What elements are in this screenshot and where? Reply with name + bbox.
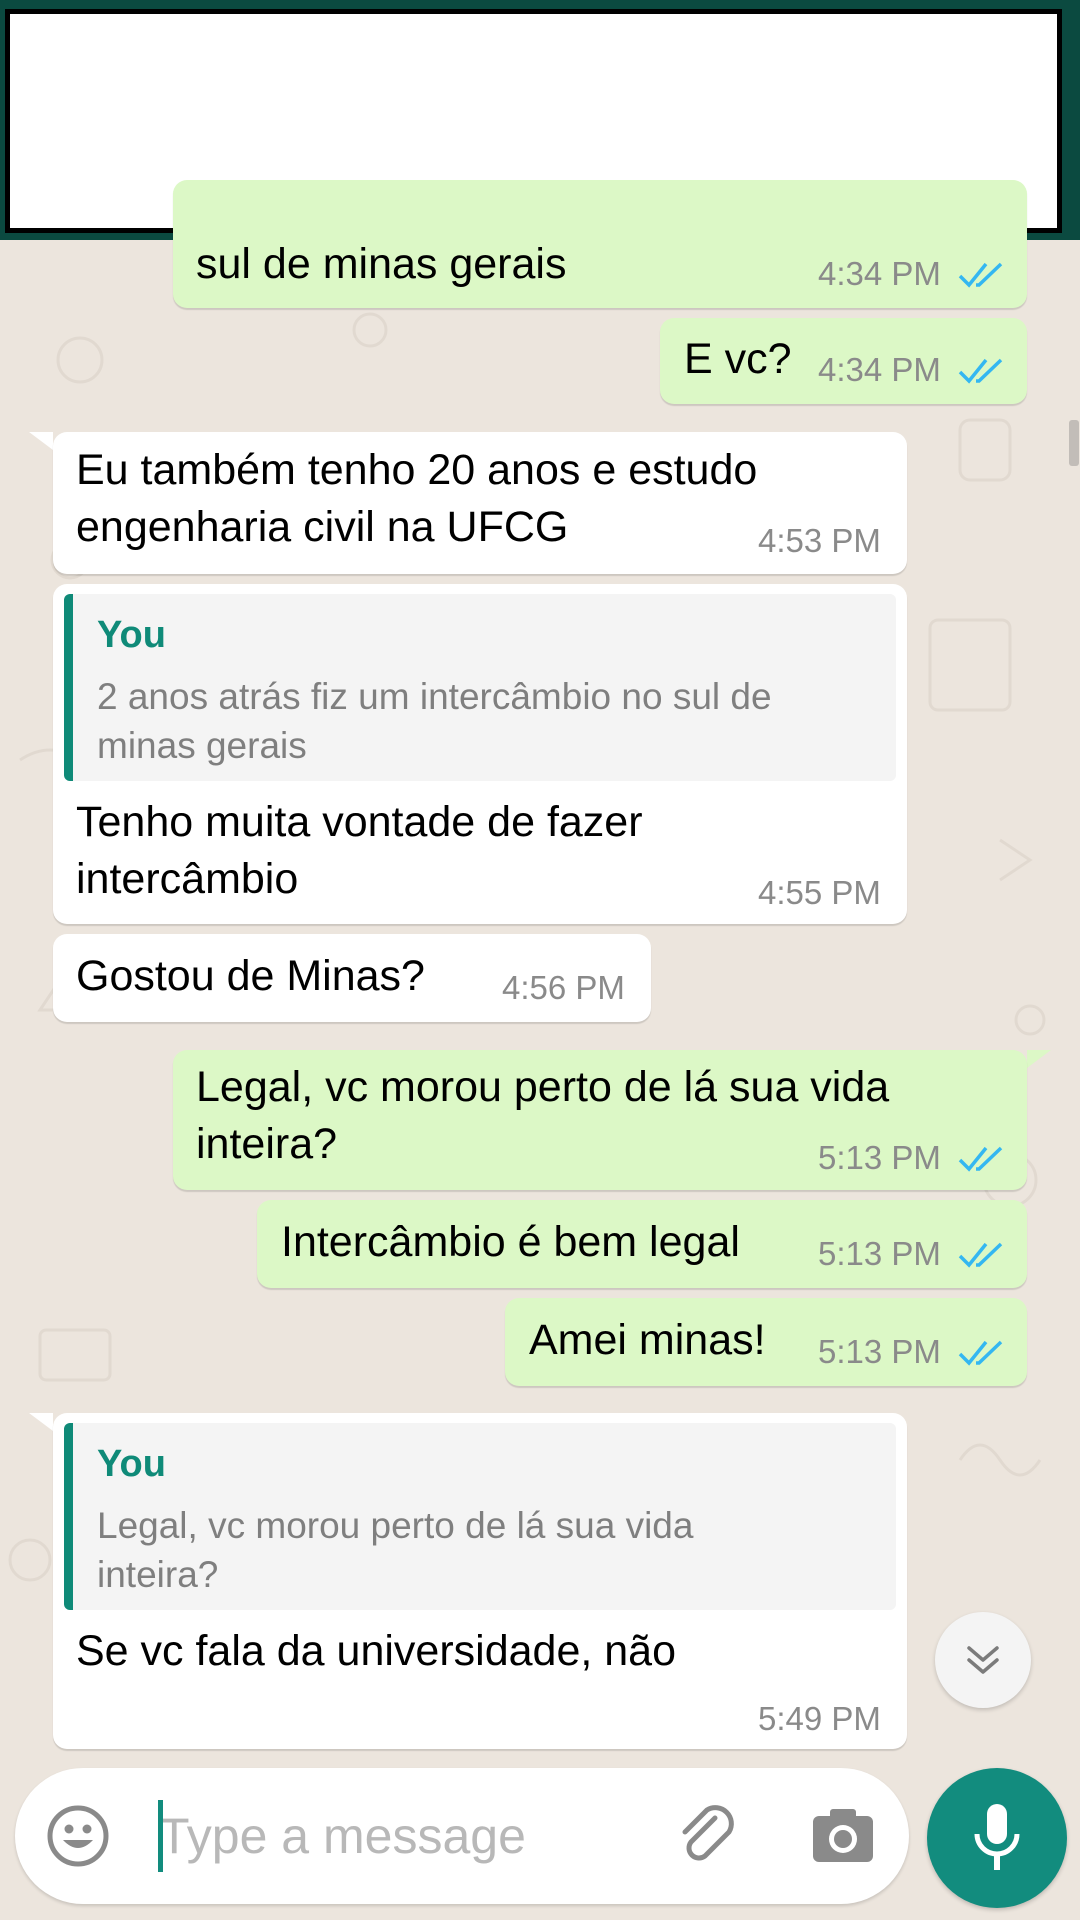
read-ticks-icon xyxy=(958,358,1003,384)
message-text: sul de minas gerais xyxy=(196,240,567,288)
quote-author: You xyxy=(97,1443,166,1485)
message-composer xyxy=(15,1768,909,1904)
bubble-tail xyxy=(1027,1050,1051,1068)
quoted-message[interactable]: You 2 anos atrás fiz um intercâmbio no s… xyxy=(64,594,896,781)
message-time: 5:13 PM xyxy=(818,1139,941,1176)
message-bubble-outgoing[interactable]: Intercâmbio é bem legal 5:13 PM xyxy=(257,1200,1027,1288)
message-text-line: Eu também tenho 20 anos e estudo xyxy=(76,446,758,494)
message-text: Gostou de Minas? xyxy=(76,952,425,1000)
message-bubble-outgoing[interactable]: Legal, vc morou perto de lá sua vida int… xyxy=(173,1050,1027,1190)
message-time: 4:56 PM xyxy=(502,969,625,1006)
message-bubble-incoming[interactable]: Gostou de Minas? 4:56 PM xyxy=(53,934,651,1022)
message-text-line: inteira? xyxy=(196,1120,338,1168)
message-bubble-incoming[interactable]: You Legal, vc morou perto de lá sua vida… xyxy=(53,1413,907,1749)
quote-text: 2 anos atrás fiz um intercâmbio no sul d… xyxy=(97,672,772,770)
message-time: 4:34 PM xyxy=(818,351,941,388)
emoji-icon[interactable] xyxy=(46,1804,110,1868)
double-chevron-down-icon xyxy=(967,1646,999,1674)
message-bubble-outgoing[interactable]: E vc? 4:34 PM xyxy=(660,318,1027,404)
message-text: Intercâmbio é bem legal xyxy=(281,1218,740,1266)
message-time: 4:55 PM xyxy=(758,874,881,911)
bubble-tail xyxy=(29,1413,53,1431)
quote-text-line: minas gerais xyxy=(97,725,307,766)
message-text-line: intercâmbio xyxy=(76,855,299,903)
microphone-icon xyxy=(974,1804,1020,1870)
quote-text: Legal, vc morou perto de lá sua vida int… xyxy=(97,1501,693,1599)
bubble-tail xyxy=(29,432,53,450)
message-text-line: engenharia civil na UFCG xyxy=(76,503,569,551)
message-time: 4:34 PM xyxy=(818,255,941,292)
message-text-line: Tenho muita vontade de fazer xyxy=(76,798,643,846)
message-time: 4:53 PM xyxy=(758,522,881,559)
read-ticks-icon xyxy=(958,1242,1003,1268)
message-time: 5:49 PM xyxy=(758,1700,881,1737)
camera-icon[interactable] xyxy=(810,1806,876,1866)
message-text: E vc? xyxy=(684,335,792,383)
scrollbar-thumb[interactable] xyxy=(1069,420,1079,466)
message-time: 5:13 PM xyxy=(818,1333,941,1370)
quote-text-line: Legal, vc morou perto de lá sua vida xyxy=(97,1505,694,1546)
message-bubble-incoming[interactable]: You 2 anos atrás fiz um intercâmbio no s… xyxy=(53,584,907,924)
text-cursor xyxy=(158,1800,163,1872)
message-text: Se vc fala da universidade, não xyxy=(76,1627,677,1675)
read-ticks-icon xyxy=(958,1340,1003,1366)
message-input[interactable] xyxy=(143,1796,679,1876)
message-bubble-outgoing[interactable]: Amei minas! 5:13 PM xyxy=(505,1298,1027,1386)
quote-text-line: inteira? xyxy=(97,1554,219,1595)
paperclip-icon[interactable] xyxy=(675,1804,741,1870)
read-ticks-icon xyxy=(958,1146,1003,1172)
quoted-message[interactable]: You Legal, vc morou perto de lá sua vida… xyxy=(64,1423,896,1610)
read-ticks-icon xyxy=(958,262,1003,288)
quote-text-line: 2 anos atrás fiz um intercâmbio no sul d… xyxy=(97,676,772,717)
voice-record-button[interactable] xyxy=(927,1768,1067,1908)
quote-author: You xyxy=(97,614,166,656)
message-text-line: Legal, vc morou perto de lá sua vida xyxy=(196,1063,890,1111)
message-bubble-incoming[interactable]: Eu também tenho 20 anos e estudo engenha… xyxy=(53,432,907,574)
message-bubble-outgoing[interactable]: sul de minas gerais 4:34 PM xyxy=(173,180,1027,308)
message-time: 5:13 PM xyxy=(818,1235,941,1272)
scroll-to-bottom-button[interactable] xyxy=(935,1612,1031,1708)
message-text: Amei minas! xyxy=(529,1316,766,1364)
